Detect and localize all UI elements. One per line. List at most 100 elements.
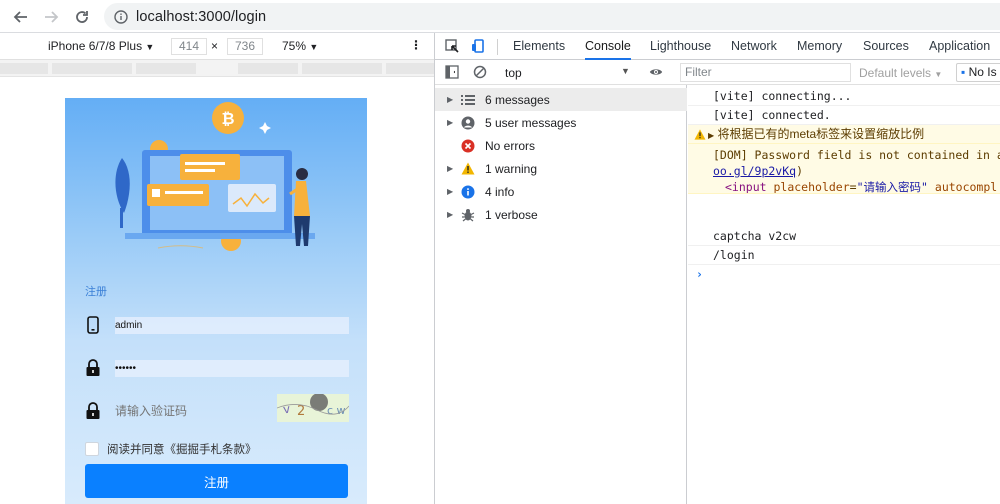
sidebar-item-errors[interactable]: No errors bbox=[435, 134, 687, 157]
agreement-text[interactable]: 阅读并同意《掘掘手札条款》 bbox=[107, 441, 257, 457]
lock-icon bbox=[85, 401, 101, 421]
devtools-panel: Elements Console Lighthouse Network Memo… bbox=[434, 33, 1000, 504]
device-toggle-icon[interactable] bbox=[471, 39, 485, 53]
media-query-segment[interactable] bbox=[52, 63, 132, 74]
zoom-select[interactable]: 75% ▼ bbox=[282, 39, 318, 53]
devtools-tabbar: Elements Console Lighthouse Network Memo… bbox=[435, 33, 1000, 60]
svg-text:v: v bbox=[282, 402, 291, 417]
caret-down-icon: ▼ bbox=[621, 66, 630, 76]
sidebar-toggle-icon[interactable] bbox=[445, 65, 459, 79]
inspect-element-icon[interactable] bbox=[445, 39, 459, 53]
sidebar-item-label: No errors bbox=[485, 138, 536, 153]
caret-down-icon: ▼ bbox=[309, 42, 319, 52]
media-query-segment[interactable] bbox=[0, 63, 48, 74]
register-link[interactable]: 注册 bbox=[85, 283, 107, 299]
height-input[interactable]: 736 bbox=[227, 38, 263, 55]
expand-caret-icon[interactable]: ▶ bbox=[447, 210, 453, 219]
caret-down-icon: ▼ bbox=[934, 70, 943, 79]
device-toolbar: iPhone 6/7/8 Plus ▼ 414 × 736 75% ▼ ⋮ bbox=[0, 33, 434, 60]
expand-caret-icon[interactable]: ▶ bbox=[447, 118, 453, 127]
media-query-segment[interactable] bbox=[238, 63, 298, 74]
hero-illustration: ₿ bbox=[115, 102, 315, 251]
console-sidebar: ▶ 6 messages ▶ 5 user messages No errors… bbox=[435, 85, 687, 504]
issues-icon: ▪ bbox=[961, 65, 966, 79]
warning-icon bbox=[461, 162, 475, 176]
captcha-input[interactable] bbox=[115, 402, 265, 420]
issues-label: No Is bbox=[968, 65, 997, 79]
sidebar-item-user-messages[interactable]: ▶ 5 user messages bbox=[435, 111, 687, 134]
reload-button[interactable] bbox=[67, 2, 97, 32]
eye-icon[interactable] bbox=[649, 65, 663, 79]
doc-link[interactable]: oo.gl/9p2vKq bbox=[713, 164, 796, 178]
zoom-value: 75% bbox=[282, 39, 307, 53]
dom-attribute: autocompl bbox=[934, 180, 998, 194]
log-line: [vite] connected. bbox=[688, 106, 1000, 125]
media-query-segment[interactable] bbox=[386, 63, 434, 74]
media-query-bar[interactable] bbox=[0, 60, 434, 77]
lock-icon bbox=[85, 358, 101, 378]
expand-caret-icon[interactable]: ▶ bbox=[447, 164, 453, 173]
dom-attribute: placeholder bbox=[773, 180, 850, 194]
clear-console-icon[interactable] bbox=[473, 65, 487, 79]
sidebar-item-info[interactable]: ▶ 4 info bbox=[435, 180, 687, 203]
tab-elements[interactable]: Elements bbox=[513, 33, 565, 60]
log-text: [DOM] Password field is not contained in… bbox=[713, 148, 1000, 162]
login-page: ₿ 注册 admin •••••• 请输入验证码 v 2 c w 阅读并同意《掘… bbox=[65, 98, 367, 504]
back-button[interactable] bbox=[6, 2, 36, 32]
sidebar-item-label: 4 info bbox=[485, 184, 515, 199]
password-row bbox=[85, 355, 349, 381]
warning-log-line[interactable]: ▶ 将根据已有的meta标签来设置缩放比例 bbox=[688, 125, 1000, 144]
sidebar-item-warnings[interactable]: ▶ 1 warning bbox=[435, 157, 687, 180]
expand-caret-icon[interactable]: ▶ bbox=[447, 187, 453, 196]
arrow-left-icon bbox=[13, 11, 27, 23]
device-select[interactable]: iPhone 6/7/8 Plus ▼ bbox=[48, 39, 154, 53]
reload-icon bbox=[76, 11, 88, 23]
log-line: [vite] connecting... bbox=[688, 87, 1000, 106]
agree-checkbox[interactable] bbox=[85, 442, 99, 456]
dom-equals: = bbox=[849, 180, 857, 194]
device-name: iPhone 6/7/8 Plus bbox=[48, 39, 143, 53]
tab-sources[interactable]: Sources bbox=[863, 33, 909, 60]
person-illustration bbox=[296, 168, 308, 180]
password-input[interactable] bbox=[115, 359, 349, 377]
dom-warning-log: [DOM] Password field is not contained in… bbox=[688, 144, 1000, 194]
console-prompt[interactable]: › bbox=[688, 265, 1000, 284]
tab-memory[interactable]: Memory bbox=[797, 33, 842, 60]
captcha-image[interactable]: v 2 c w bbox=[276, 393, 350, 422]
tab-console[interactable]: Console bbox=[585, 33, 631, 60]
error-icon bbox=[461, 139, 475, 153]
address-bar[interactable]: localhost:3000/login bbox=[104, 3, 1000, 30]
forward-button[interactable] bbox=[36, 2, 66, 32]
log-text: /login bbox=[713, 248, 755, 262]
info-icon[interactable] bbox=[114, 9, 128, 24]
dom-tag[interactable]: <input bbox=[725, 180, 767, 193]
more-options-icon[interactable]: ⋮ bbox=[410, 38, 422, 52]
expand-caret-icon[interactable]: ▶ bbox=[447, 95, 453, 104]
log-line: captcha v2cw bbox=[688, 227, 1000, 246]
tab-network[interactable]: Network bbox=[731, 33, 777, 60]
tab-lighthouse[interactable]: Lighthouse bbox=[650, 33, 711, 60]
log-text: 将根据已有的meta标签来设置缩放比例 bbox=[717, 127, 925, 141]
log-text: captcha v2cw bbox=[713, 229, 797, 243]
username-row bbox=[85, 312, 349, 338]
arrow-right-icon bbox=[45, 11, 59, 23]
media-query-segment[interactable] bbox=[302, 63, 382, 74]
tab-application[interactable]: Application bbox=[929, 33, 990, 60]
log-levels-select[interactable]: Default levels ▼ bbox=[859, 66, 942, 80]
console-filter-input[interactable]: Filter bbox=[680, 63, 851, 82]
sidebar-item-verbose[interactable]: ▶ 1 verbose bbox=[435, 203, 687, 226]
sidebar-item-label: 5 user messages bbox=[485, 115, 577, 130]
issues-button[interactable]: ▪ No Is bbox=[956, 63, 1000, 82]
width-input[interactable]: 414 bbox=[171, 38, 207, 55]
context-select[interactable]: top bbox=[505, 66, 522, 80]
log-text: [vite] connected. bbox=[713, 108, 831, 122]
card-illustration bbox=[180, 154, 240, 180]
svg-text:c w: c w bbox=[327, 404, 346, 417]
url-text: localhost:3000/login bbox=[136, 8, 267, 25]
sidebar-item-messages[interactable]: ▶ 6 messages bbox=[435, 88, 687, 111]
register-button[interactable]: 注册 bbox=[85, 464, 348, 498]
username-input[interactable] bbox=[115, 316, 349, 334]
media-query-segment[interactable] bbox=[136, 63, 196, 74]
expand-caret-icon[interactable]: ▶ bbox=[708, 131, 714, 140]
dom-value: "请输入密码" bbox=[856, 180, 928, 194]
